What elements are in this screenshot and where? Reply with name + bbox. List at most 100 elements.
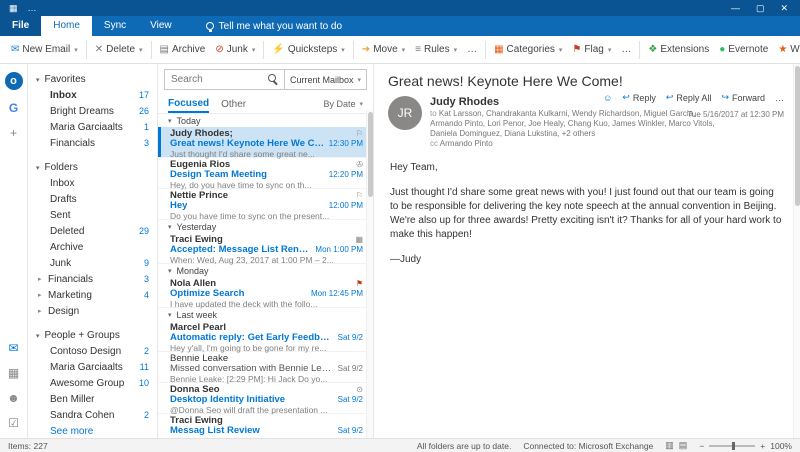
calendar-module-icon[interactable]: ▦ — [8, 366, 19, 380]
google-account-icon[interactable]: G — [9, 101, 18, 115]
list-item[interactable]: Nola Allen⚑ Optimize SearchMon 12:45 PM … — [158, 277, 373, 308]
sidebar-item-junk[interactable]: Junk 9 — [28, 255, 157, 271]
forward-button[interactable]: ↪ Forward — [721, 92, 765, 103]
like-button[interactable]: ☺ — [603, 93, 612, 103]
to-recipients: to Kat Larsson, Chandrakanta Kulkarni, W… — [430, 109, 726, 139]
scrollbar-thumb[interactable] — [795, 66, 800, 206]
archive-button[interactable]: ▤ Archive — [155, 40, 211, 59]
wunderlist-button[interactable]: ★ Wunderlist ▾ — [773, 40, 800, 59]
section-header-people-groups[interactable]: ▾ People + Groups — [28, 328, 157, 343]
quick-access-icon[interactable]: ▦ — [4, 3, 23, 14]
people-module-icon[interactable]: ☻ — [7, 391, 20, 405]
quicksteps-button[interactable]: ⚡ Quicksteps ▾ — [267, 40, 349, 59]
group-header-yesterday[interactable]: ▾ Yesterday — [158, 220, 373, 233]
tell-me-box[interactable]: Tell me what you want to do — [196, 16, 352, 36]
junk-button[interactable]: ⊘ Junk ▾ — [210, 40, 260, 59]
chevron-down-icon: ▾ — [168, 223, 172, 231]
zoom-out-icon[interactable]: − — [699, 441, 704, 451]
categories-button[interactable]: ▦ Categories ▾ — [489, 40, 567, 59]
move-button[interactable]: ➔ Move ▾ — [357, 40, 410, 59]
reading-view-icon[interactable]: ▥ — [665, 440, 674, 451]
list-item[interactable]: Donna Seo⊙ Desktop Identity InitiativeSa… — [158, 383, 373, 414]
tasks-module-icon[interactable]: ☑ — [8, 416, 19, 430]
chevron-right-icon[interactable]: ▸ — [38, 307, 48, 315]
sidebar-item-inbox[interactable]: Inbox 17 — [28, 87, 157, 103]
reading-pane-scrollbar[interactable] — [793, 64, 800, 438]
more-commands-button[interactable]: … — [462, 40, 482, 59]
flag-outline-icon[interactable]: ⚐ — [356, 191, 363, 201]
sidebar-item-inbox[interactable]: Inbox — [28, 175, 157, 191]
list-item[interactable]: Eugenia Rios✇ Design Team Meeting12:20 P… — [158, 158, 373, 189]
zoom-in-icon[interactable]: + — [760, 441, 765, 451]
rules-button[interactable]: ≡ Rules ▾ — [410, 40, 462, 59]
list-item[interactable]: Traci Ewing▦ Accepted: Message List Rend… — [158, 233, 373, 264]
reply-button[interactable]: ↩ Reply — [622, 92, 656, 103]
section-header-favorites[interactable]: ▾ Favorites — [28, 72, 157, 87]
zoom-slider[interactable] — [709, 445, 755, 447]
more-actions-button[interactable]: … — [775, 93, 784, 103]
quick-access-more-icon[interactable]: … — [23, 3, 42, 13]
sidebar-item-maria-garciaalts[interactable]: Maria Garciaalts 1 — [28, 119, 157, 135]
message-list-scrollbar[interactable] — [366, 110, 373, 438]
sort-dropdown[interactable]: By Date ▾ — [323, 99, 363, 109]
sidebar-item-design[interactable]: ▸ Design — [28, 303, 157, 319]
maximize-button[interactable]: ▢ — [748, 3, 773, 14]
list-item[interactable]: Bennie Leake Missed conversation with Be… — [158, 352, 373, 383]
group-header-today[interactable]: ▾ Today — [158, 114, 373, 127]
extensions-button[interactable]: ❖ Extensions — [643, 40, 714, 59]
mailbox-scope-dropdown[interactable]: Current Mailbox ▾ — [284, 70, 366, 89]
close-button[interactable]: ✕ — [772, 3, 796, 14]
flag-icon[interactable]: ⚑ — [356, 279, 363, 289]
sidebar-item-marketing[interactable]: ▸ Marketing 4 — [28, 287, 157, 303]
sidebar-item-archive[interactable]: Archive — [28, 239, 157, 255]
evernote-button[interactable]: ● Evernote — [714, 40, 773, 59]
outlook-logo[interactable]: o — [5, 72, 23, 90]
sidebar-item-drafts[interactable]: Drafts — [28, 191, 157, 207]
sidebar-item-awesome-group[interactable]: Awesome Group 10 — [28, 375, 157, 391]
reply-all-button[interactable]: ↩ Reply All — [666, 92, 712, 103]
chevron-down-icon: ▾ — [168, 117, 172, 125]
minimize-button[interactable]: — — [723, 3, 748, 13]
sidebar-item-deleted[interactable]: Deleted 29 — [28, 223, 157, 239]
delete-button[interactable]: ✕ Delete ▾ — [90, 40, 148, 59]
sidebar-item-financials[interactable]: ▸ Financials 3 — [28, 271, 157, 287]
sidebar-item-ben-miller[interactable]: Ben Miller — [28, 391, 157, 407]
flag-button[interactable]: ⚑ Flag ▾ — [567, 40, 616, 59]
list-item[interactable]: Judy Rhodes;⚐ Great news! Keynote Here W… — [158, 127, 373, 158]
new-email-button[interactable]: ✉ New Email ▾ — [6, 40, 83, 59]
search-input[interactable] — [165, 74, 268, 85]
search-icon[interactable] — [268, 74, 279, 85]
tab-other[interactable]: Other — [221, 95, 246, 112]
list-item[interactable]: Nettie Prince⚐ Hey12:00 PM Do you have t… — [158, 189, 373, 220]
divider — [151, 41, 152, 59]
unread-count: 26 — [139, 106, 149, 116]
scrollbar-thumb[interactable] — [368, 112, 373, 197]
list-item[interactable]: Marcel Pearl Automatic reply: Get Early … — [158, 321, 373, 352]
sidebar-item-maria-garciaalts-group[interactable]: Maria Garciaalts 11 — [28, 359, 157, 375]
section-header-folders[interactable]: ▾ Folders — [28, 160, 157, 175]
normal-view-icon[interactable]: ▤ — [679, 440, 688, 451]
tab-file[interactable]: File — [0, 16, 41, 36]
see-more-link[interactable]: See more — [28, 423, 157, 438]
add-account-icon[interactable]: + — [10, 126, 17, 140]
more-commands-button[interactable]: … — [616, 40, 636, 59]
tab-focused[interactable]: Focused — [168, 94, 209, 113]
zoom-level[interactable]: 100% — [770, 441, 792, 451]
flag-outline-icon[interactable]: ⚐ — [356, 129, 363, 139]
sidebar-item-sent[interactable]: Sent — [28, 207, 157, 223]
tab-view[interactable]: View — [138, 16, 184, 36]
chevron-right-icon[interactable]: ▸ — [38, 291, 48, 299]
avatar[interactable]: JR — [388, 96, 422, 130]
tab-sync[interactable]: Sync — [92, 16, 138, 36]
group-header-monday[interactable]: ▾ Monday — [158, 264, 373, 277]
tab-home[interactable]: Home — [41, 16, 92, 36]
zoom-slider-thumb[interactable] — [732, 442, 735, 450]
sidebar-item-contoso-design[interactable]: Contoso Design 2 — [28, 343, 157, 359]
sidebar-item-bright-dreams[interactable]: Bright Dreams 26 — [28, 103, 157, 119]
mail-module-icon[interactable]: ✉ — [8, 341, 18, 355]
sidebar-item-financials[interactable]: Financials 3 — [28, 135, 157, 151]
group-header-last-week[interactable]: ▾ Last week — [158, 308, 373, 321]
list-item[interactable]: Traci Ewing Messag List ReviewSat 9/2 Do… — [158, 414, 373, 438]
chevron-right-icon[interactable]: ▸ — [38, 275, 48, 283]
sidebar-item-sandra-cohen[interactable]: Sandra Cohen 2 — [28, 407, 157, 423]
